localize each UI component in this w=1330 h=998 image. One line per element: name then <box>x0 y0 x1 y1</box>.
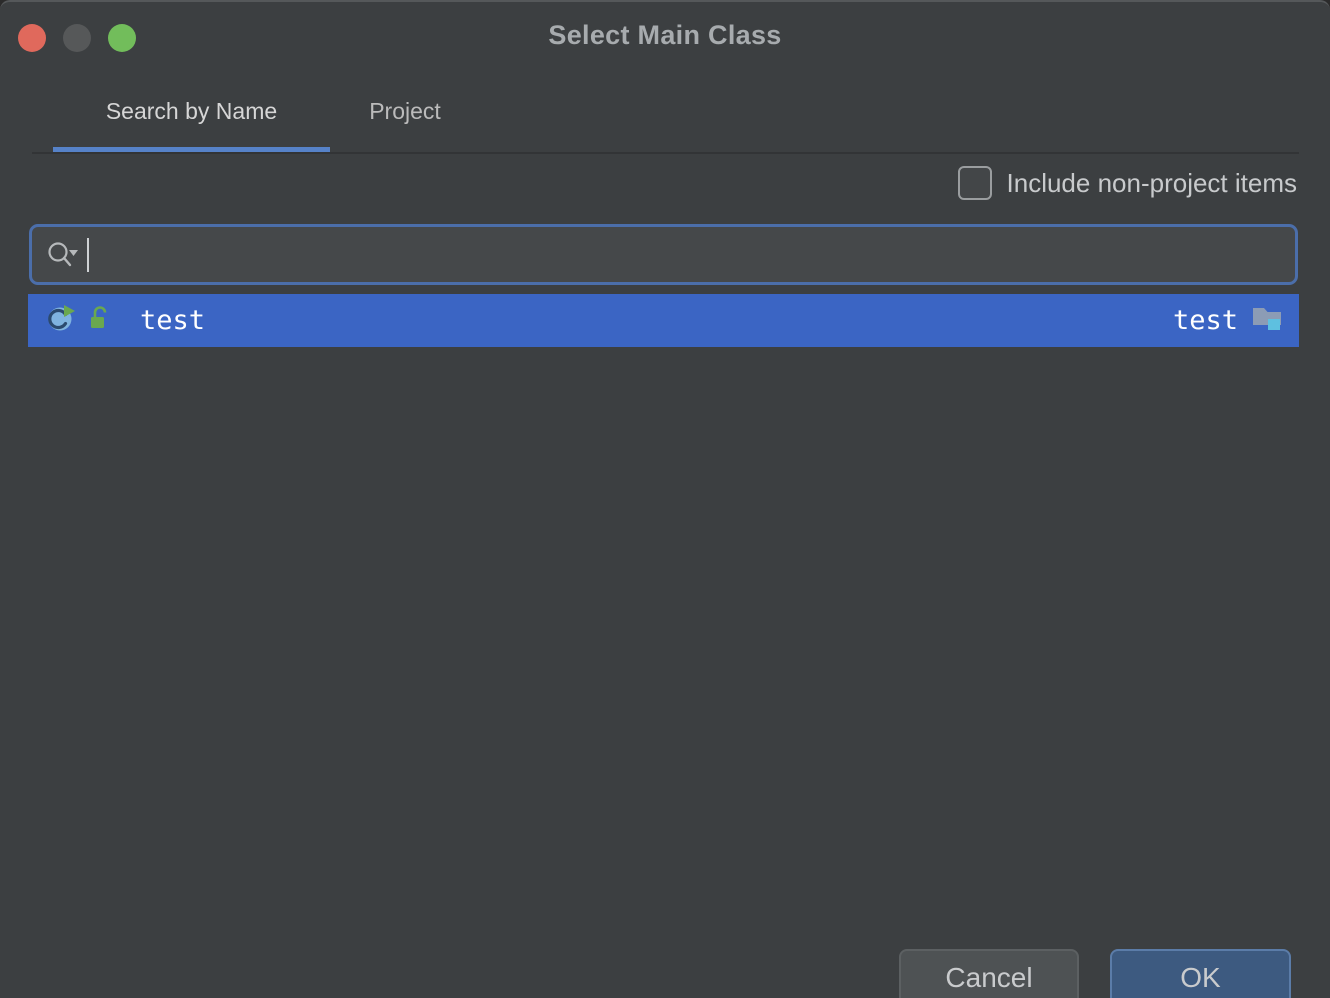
include-non-project-items-label: Include non-project items <box>1006 167 1297 198</box>
result-module-name: test <box>1172 305 1238 336</box>
magnifier-dropdown-icon[interactable] <box>46 240 80 270</box>
cancel-button[interactable]: Cancel <box>899 949 1079 998</box>
result-class-name: test <box>140 305 206 336</box>
results-list[interactable]: test test <box>28 294 1299 347</box>
title-bar: Select Main Class <box>0 2 1330 72</box>
tab-bar: Search by Name Project <box>0 94 1330 154</box>
result-row-right: test <box>1173 303 1285 338</box>
tab-separator <box>32 152 1299 154</box>
table-row[interactable]: test test <box>28 294 1299 347</box>
tab-search-by-name[interactable]: Search by Name <box>53 94 330 152</box>
module-folder-icon <box>1251 303 1285 338</box>
tab-project[interactable]: Project <box>352 94 458 152</box>
include-non-project-items-checkbox[interactable] <box>957 166 992 200</box>
text-cursor <box>87 237 89 272</box>
search-input[interactable] <box>29 224 1298 285</box>
public-unlock-icon <box>88 304 112 337</box>
dialog-footer: Cancel OK <box>0 949 1330 998</box>
java-class-runnable-icon <box>45 302 77 339</box>
ok-button[interactable]: OK <box>1110 949 1291 998</box>
dialog-title: Select Main Class <box>548 20 782 50</box>
result-row-left: test <box>45 302 1173 339</box>
include-non-project-items-row[interactable]: Include non-project items <box>957 166 1297 200</box>
select-main-class-dialog: Select Main Class Search by Name Project… <box>0 0 1330 998</box>
tab-project-label: Project <box>369 98 441 124</box>
tab-search-by-name-label: Search by Name <box>105 98 278 124</box>
